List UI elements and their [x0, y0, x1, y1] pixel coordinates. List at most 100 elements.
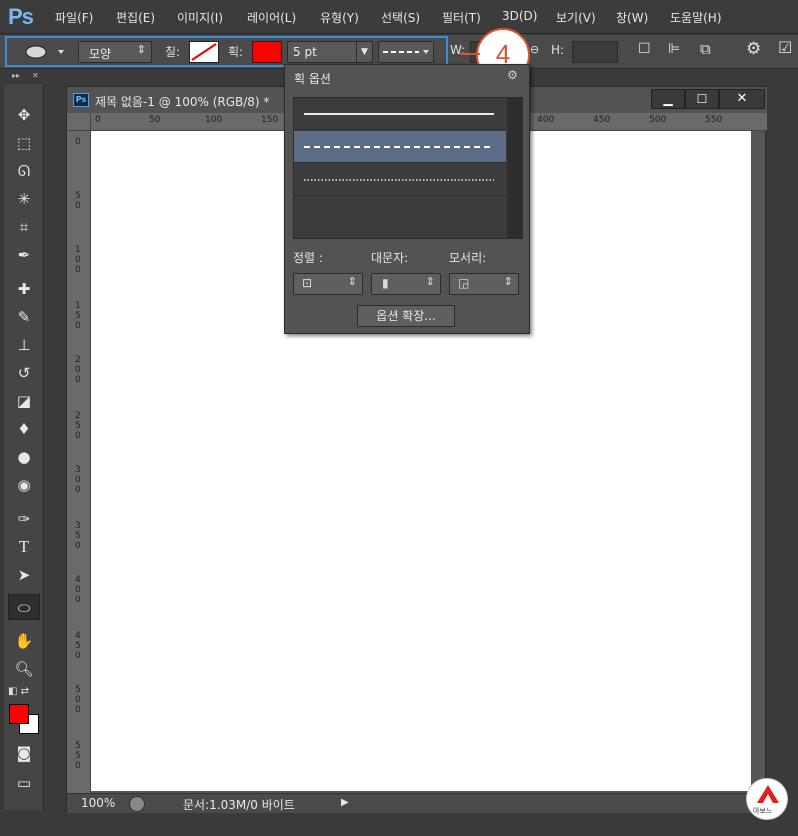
path-selection-icon[interactable]: ➤ [8, 562, 40, 588]
menu-window[interactable]: 창(W) [616, 9, 648, 26]
ruler-tick-label: 3 5 0 [75, 521, 81, 551]
checkbox-icon[interactable]: ☑ [778, 38, 792, 57]
dodge-tool-icon[interactable]: ◉ [8, 472, 40, 498]
gear-icon[interactable]: ⚙ [507, 68, 518, 82]
ruler-tick-label: 2 0 0 [75, 355, 81, 385]
stroke-solid-option[interactable] [294, 98, 506, 130]
paint-bucket-icon[interactable]: ♦ [8, 416, 40, 442]
menu-3d[interactable]: 3D(D) [502, 9, 537, 23]
caps-label: 대문자: [371, 251, 409, 265]
healing-brush-icon[interactable]: ✚ [8, 276, 40, 302]
hand-tool-icon[interactable]: ✋ [8, 628, 40, 654]
stepper-arrows-icon: ⇕ [425, 275, 435, 288]
menu-edit[interactable]: 편집(E) [116, 9, 155, 26]
stepper-arrows-icon: ⇕ [503, 275, 513, 288]
path-arrangement-icon[interactable]: ⧉ [700, 40, 711, 58]
lasso-tool-icon[interactable]: ᘏ [8, 158, 40, 184]
zoom-tool-icon[interactable]: 🔍︎ [8, 656, 40, 682]
more-options-button[interactable]: 옵션 확장... [357, 305, 455, 327]
clone-stamp-icon[interactable]: ⊥ [8, 332, 40, 358]
ruler-tick-label: 150 [261, 115, 279, 125]
cap-butt-icon: ▮ [382, 276, 389, 290]
menu-type[interactable]: 유형(Y) [320, 9, 359, 26]
list-scrollbar[interactable] [507, 98, 523, 238]
document-title: 제목 없음-1 @ 100% (RGB/8) * [95, 95, 270, 109]
close-window-icon[interactable]: ✕ [719, 89, 765, 109]
ruler-tick-label: 0 [95, 115, 101, 125]
path-alignment-icon[interactable]: ⊫ [668, 41, 680, 57]
ruler-tick-label: 50 [149, 115, 161, 125]
ruler-vertical: 0 5 0 1 0 0 1 5 0 2 0 0 2 5 0 3 0 0 3 5 … [67, 131, 91, 795]
callout-connector [460, 53, 480, 55]
marquee-tool-icon[interactable]: ⬚ [8, 130, 40, 156]
swap-colors-icon[interactable]: ◧ ⇄ [8, 686, 40, 700]
eraser-tool-icon[interactable]: ◪ [8, 388, 40, 414]
zoom-level[interactable]: 100% [81, 796, 115, 810]
brush-tool-icon[interactable]: ✎ [8, 304, 40, 330]
menu-select[interactable]: 선택(S) [381, 9, 420, 26]
height-field[interactable] [572, 41, 618, 63]
crop-tool-icon[interactable]: ⌗ [8, 214, 40, 240]
caps-select[interactable]: ▮ ⇕ [371, 273, 441, 295]
align-select[interactable]: ⊡ ⇕ [293, 273, 363, 295]
ruler-tick-label: 5 5 0 [75, 741, 81, 771]
ellipse-tool-icon[interactable]: ⬭ [8, 594, 40, 620]
menu-file[interactable]: 파일(F) [55, 9, 93, 26]
blur-tool-icon[interactable]: ● [8, 444, 40, 470]
menu-image[interactable]: 이미지(I) [177, 9, 223, 26]
ruler-tick-label: 500 [649, 115, 667, 125]
history-brush-icon[interactable]: ↺ [8, 360, 40, 386]
badge-text: 아보느 [753, 807, 773, 815]
maximize-icon[interactable]: ☐ [685, 89, 719, 109]
menu-view[interactable]: 보기(V) [556, 9, 596, 26]
ruler-tick-label: 400 [537, 115, 555, 125]
menu-layer[interactable]: 레이어(L) [247, 9, 296, 26]
path-operations-icon[interactable]: ☐ [638, 41, 651, 57]
photoshop-logo: Ps [8, 4, 34, 29]
move-tool-icon[interactable]: ✥ [8, 102, 40, 128]
corners-select[interactable]: ◲ ⇕ [449, 273, 519, 295]
ruler-tick-label: 550 [705, 115, 723, 125]
menu-filter[interactable]: 필터(T) [442, 9, 481, 26]
stroke-options-panel: 획 옵션 ⚙ 정렬 : 대문자: 모서리: ⊡ ⇕ ▮ ⇕ ◲ ⇕ 옵션 확장.… [284, 64, 530, 334]
stroke-dotted-option[interactable] [294, 164, 506, 196]
ruler-tick-label: 2 5 0 [75, 411, 81, 441]
status-info-icon[interactable] [129, 796, 145, 812]
ruler-origin[interactable] [67, 113, 91, 131]
align-inside-icon: ⊡ [302, 276, 313, 290]
dotted-line-icon [304, 179, 494, 181]
dashed-line-icon [304, 146, 494, 148]
screen-mode-icon[interactable]: ▭ [8, 770, 40, 796]
ruler-tick-label: 3 0 0 [75, 465, 81, 495]
foreground-color-swatch[interactable] [9, 704, 29, 724]
type-tool-icon[interactable]: T [8, 534, 40, 560]
ruler-tick-label: 4 5 0 [75, 631, 81, 661]
link-icon[interactable]: ⊖ [530, 43, 539, 56]
eyedropper-icon[interactable]: ✒ [8, 242, 40, 268]
align-label: 정렬 : [293, 251, 323, 265]
menu-bar: Ps 파일(F) 편집(E) 이미지(I) 레이어(L) 유형(Y) 선택(S)… [0, 0, 798, 34]
gear-icon[interactable]: ⚙ [746, 39, 761, 59]
ruler-tick-label: 450 [593, 115, 611, 125]
solid-line-icon [304, 113, 494, 115]
minimize-icon[interactable]: ▁ [651, 89, 685, 109]
magic-wand-icon[interactable]: ✳ [8, 186, 40, 212]
ruler-tick-label: 100 [205, 115, 223, 125]
height-label: H: [551, 43, 565, 57]
close-icon[interactable]: ✕ [32, 71, 39, 80]
options-highlight-box [5, 36, 448, 67]
ps-file-icon: Ps [73, 93, 89, 107]
ruler-tick-label: 0 [75, 137, 81, 147]
stroke-type-list [293, 97, 523, 239]
menu-help[interactable]: 도움말(H) [670, 9, 722, 26]
collapse-icon[interactable]: ▸▸ [12, 71, 20, 80]
ruler-tick-label: 5 0 [75, 191, 81, 211]
status-menu-arrow-icon[interactable]: ▶ [341, 797, 349, 808]
stroke-dashed-option[interactable] [294, 131, 506, 163]
ruler-tick-label: 4 0 0 [75, 575, 81, 605]
quick-mask-icon[interactable]: ◙ [8, 740, 40, 766]
document-info: 문서:1.03M/0 바이트 [183, 798, 295, 812]
stepper-arrows-icon: ⇕ [347, 275, 357, 288]
pen-tool-icon[interactable]: ✑ [8, 506, 40, 532]
ruler-tick-label: 5 0 0 [75, 685, 81, 715]
